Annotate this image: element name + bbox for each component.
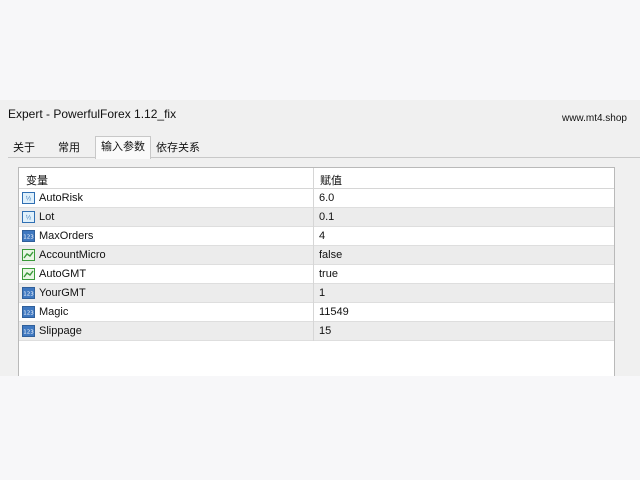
svg-text:123: 123: [23, 292, 34, 298]
column-divider: [313, 303, 314, 322]
tab-inputs[interactable]: 输入参数: [95, 136, 151, 159]
column-header-value[interactable]: 赋值: [320, 172, 342, 188]
integer-type-icon: 123: [22, 306, 35, 318]
param-name: Slippage: [39, 325, 82, 337]
inputs-table: 变量 赋值 ½ AutoRisk 6.0 ½ Lot 0.1 123 MaxOr…: [18, 167, 615, 376]
param-value[interactable]: 11549: [319, 306, 349, 318]
tab-about[interactable]: 关于: [8, 138, 40, 158]
svg-text:½: ½: [26, 215, 32, 222]
column-divider[interactable]: [313, 168, 314, 189]
column-divider: [313, 322, 314, 341]
boolean-type-icon: [22, 268, 35, 280]
column-divider: [313, 246, 314, 265]
double-type-icon: ½: [22, 192, 35, 204]
param-value[interactable]: 1: [319, 287, 325, 299]
column-divider: [313, 265, 314, 284]
double-type-icon: ½: [22, 211, 35, 223]
param-name: YourGMT: [39, 287, 86, 299]
param-value[interactable]: true: [319, 268, 338, 280]
column-divider: [313, 208, 314, 227]
param-value[interactable]: false: [319, 249, 342, 261]
param-value[interactable]: 4: [319, 230, 325, 242]
window-title: Expert - PowerfulForex 1.12_fix: [8, 107, 177, 121]
table-row[interactable]: 123 YourGMT 1: [19, 284, 614, 303]
column-divider: [313, 284, 314, 303]
tab-dependencies[interactable]: 依存关系: [151, 138, 205, 158]
integer-type-icon: 123: [22, 325, 35, 337]
watermark-text: www.mt4.shop: [561, 113, 627, 124]
table-row[interactable]: 123 Slippage 15: [19, 322, 614, 341]
svg-text:123: 123: [23, 330, 34, 336]
tab-common[interactable]: 常用: [53, 138, 85, 158]
table-row[interactable]: ½ AutoRisk 6.0: [19, 189, 614, 208]
svg-text:123: 123: [23, 311, 34, 317]
table-row[interactable]: 123 Magic 11549: [19, 303, 614, 322]
svg-text:½: ½: [26, 196, 32, 203]
boolean-type-icon: [22, 249, 35, 261]
integer-type-icon: 123: [22, 287, 35, 299]
param-name: MaxOrders: [39, 230, 94, 242]
param-name: AccountMicro: [39, 249, 106, 261]
table-row[interactable]: AccountMicro false: [19, 246, 614, 265]
param-name: Magic: [39, 306, 69, 318]
column-header-variable[interactable]: 变量: [26, 172, 48, 188]
expert-properties-dialog: Expert - PowerfulForex 1.12_fix www.mt4.…: [0, 100, 640, 376]
param-value[interactable]: 6.0: [319, 192, 334, 204]
svg-text:123: 123: [23, 235, 34, 241]
param-name: AutoRisk: [39, 192, 84, 204]
column-divider: [313, 189, 314, 208]
param-name: AutoGMT: [39, 268, 87, 280]
param-value[interactable]: 15: [319, 325, 331, 337]
integer-type-icon: 123: [22, 230, 35, 242]
param-name: Lot: [39, 211, 55, 223]
table-row[interactable]: AutoGMT true: [19, 265, 614, 284]
column-divider: [313, 227, 314, 246]
table-row[interactable]: ½ Lot 0.1: [19, 208, 614, 227]
param-value[interactable]: 0.1: [319, 211, 334, 223]
table-row[interactable]: 123 MaxOrders 4: [19, 227, 614, 246]
table-header: 变量 赋值: [19, 168, 614, 189]
tab-bar: 关于 常用 输入参数 依存关系: [8, 136, 640, 159]
